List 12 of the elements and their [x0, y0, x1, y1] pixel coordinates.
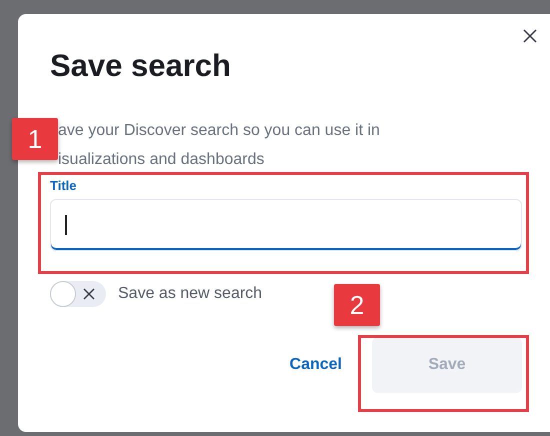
- dialog-title: Save search: [50, 48, 232, 84]
- step-number-badge: 1: [12, 118, 58, 160]
- step-number-badge: 2: [334, 284, 380, 326]
- close-icon[interactable]: [522, 28, 538, 44]
- toggle-label: Save as new search: [118, 285, 262, 303]
- toggle-switch[interactable]: [50, 281, 106, 307]
- description-line: ave your Discover search so you can use it in: [57, 121, 381, 141]
- description-line: isualizations and dashboards: [57, 150, 266, 170]
- cancel-button[interactable]: Cancel: [290, 356, 342, 374]
- cross-icon: [83, 288, 95, 300]
- title-input-field[interactable]: [50, 199, 522, 251]
- field-label: Title: [50, 178, 78, 193]
